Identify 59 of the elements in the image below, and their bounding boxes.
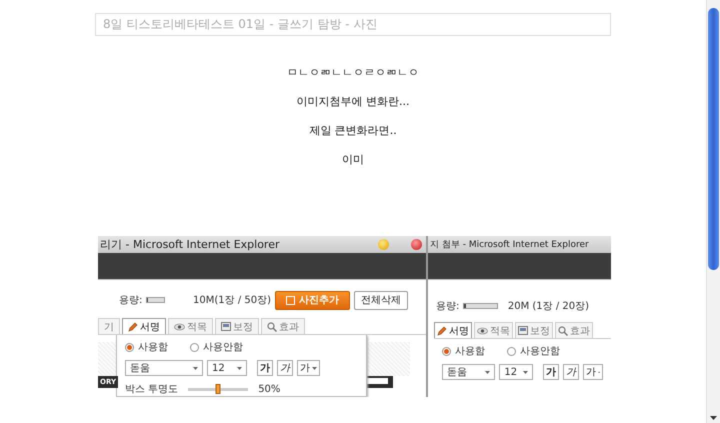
italic-button[interactable]: 가 [277,360,293,376]
picture-icon [221,322,231,331]
body-text: 제일 큰변화라면.. [309,124,397,139]
tab[interactable]: 보정 [215,318,259,334]
delete-all-button[interactable]: 전체삭제 [354,290,408,310]
capacity-text: 10M(1장 / 50장) [193,294,271,307]
eye-icon [174,322,185,330]
tab[interactable]: 서명 [434,322,472,338]
tab[interactable]: 보정 [515,322,553,338]
radio-button[interactable] [125,342,134,352]
opacity-label: 박스 투명도 [125,383,178,396]
text-color-button[interactable]: 가 [582,364,603,380]
window-title: 리기 - Microsoft Internet Explorer [100,237,280,252]
italic-button[interactable]: 가 [562,364,579,380]
font-select[interactable]: 돋움 [125,360,203,376]
slider-thumb[interactable] [216,384,221,394]
dropdown-arrow-icon [485,370,490,374]
eye-icon [477,326,488,334]
tab[interactable]: 서명 [122,318,166,334]
tab[interactable]: 기 [98,318,120,334]
capacity-label: 용량: [119,294,142,307]
radio-label: 사용함 [138,341,168,354]
radio-button[interactable] [507,346,516,356]
opacity-value: 50% [258,384,280,394]
picture-icon [518,326,528,335]
radio-label: 사용안함 [203,341,243,354]
radio-label: 사용안함 [520,345,560,358]
body-text: 이미 [342,153,364,168]
window-title: 지 첨부 - Microsoft Internet Explorer [430,239,589,251]
bold-button[interactable]: 가 [542,364,559,380]
tab[interactable]: 적목 [474,322,513,338]
body-text: ㅁㄴㅇㄻㄴㄴㅇㄹㅇㄻㄴㅇ [287,66,419,81]
magnifier-icon [558,326,568,336]
scrollbar-thumb[interactable] [708,8,719,270]
tab[interactable]: 적목 [168,318,213,334]
pencil-icon [437,326,447,336]
dropdown-arrow-icon [312,366,317,370]
radio-button[interactable] [190,342,199,352]
dropdown-arrow-icon [237,366,242,370]
tab[interactable]: 효과 [261,318,305,334]
size-select[interactable]: 12 [499,364,534,380]
bold-button[interactable]: 가 [257,360,273,376]
capacity-text: 20M (1장 / 20장) [508,300,589,313]
scroll-down-arrow-icon[interactable] [710,416,717,420]
dropdown-arrow-icon [193,366,198,370]
font-select[interactable]: 돋움 [442,364,496,380]
magnifier-icon [267,322,277,332]
pencil-icon [128,322,138,332]
body-text: 이미지첨부에 변화란... [296,95,410,110]
scrollbar[interactable] [706,0,720,423]
radio-label: 사용함 [455,345,485,358]
size-select[interactable]: 12 [207,360,247,376]
close-button[interactable] [411,239,422,250]
text-color-button[interactable]: 가 [297,360,320,376]
tab[interactable]: 효과 [555,322,593,338]
square-icon [286,296,295,304]
radio-button[interactable] [442,346,451,356]
capacity-label: 용량: [436,300,460,313]
dropdown-arrow-icon [523,370,528,374]
